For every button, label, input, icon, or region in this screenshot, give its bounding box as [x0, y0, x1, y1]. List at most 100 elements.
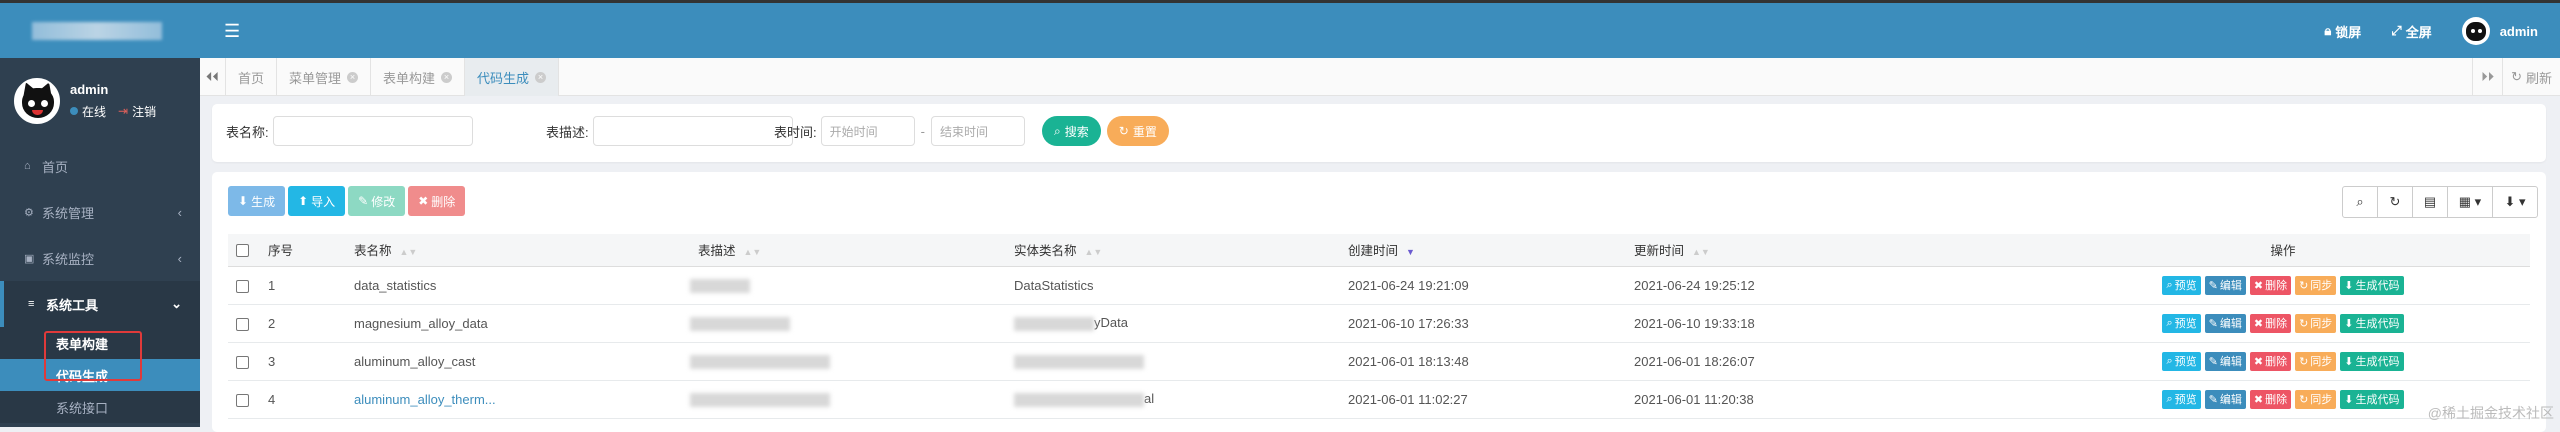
tab-menu-management[interactable]: 菜单管理 ×	[277, 58, 372, 96]
row-checkbox[interactable]	[236, 355, 249, 369]
edit-row-button[interactable]: ✎ 编辑	[2204, 275, 2246, 295]
refresh-button[interactable]: ↻ 刷新	[2502, 58, 2560, 96]
cell-created: 2021-06-01 18:13:48	[1340, 342, 1626, 381]
sort-icon: ▲▼	[399, 247, 418, 258]
search-icon: ⌕	[2166, 354, 2173, 367]
cell-updated: 2021-06-24 19:25:12	[1626, 266, 2036, 305]
remove-icon: ✖	[2253, 393, 2264, 406]
col-header-updated[interactable]: 更新时间 ▲▼	[1626, 234, 2036, 267]
search-button-label: 搜索	[1064, 124, 1089, 139]
reset-button[interactable]: ↻ 重置	[1106, 116, 1169, 146]
sort-icon: ▲▼	[1692, 247, 1710, 258]
sidebar-item-home[interactable]: ⌂ 首页	[0, 143, 200, 189]
search-icon: ⌕	[2166, 392, 2173, 405]
edit-icon: ✎	[358, 194, 369, 208]
edit-row-button[interactable]: ✎ 编辑	[2204, 313, 2246, 333]
close-icon[interactable]: ×	[535, 71, 547, 83]
sidebar-item-system-management[interactable]: ⚙ 系统管理 ‹	[0, 189, 200, 235]
delete-row-button[interactable]: ✖ 删除	[2249, 313, 2292, 333]
delete-row-button[interactable]: ✖ 删除	[2249, 389, 2292, 409]
cell-table-desc	[690, 380, 1006, 419]
edit-icon: ✎	[2208, 317, 2218, 330]
preview-button[interactable]: ⌕ 预览	[2162, 389, 2201, 409]
submenu-item-system-api[interactable]: 系统接口	[0, 391, 200, 423]
upload-icon: ⬆	[298, 194, 309, 208]
tabs-scroll-right-icon[interactable]: ⏵⏵	[2472, 58, 2502, 96]
sync-button[interactable]: ↻ 同步	[2295, 275, 2337, 295]
refresh-icon: ↻	[2511, 69, 2522, 84]
gen-code-button[interactable]: ⬇ 生成代码	[2340, 389, 2404, 409]
sync-button[interactable]: ↻ 同步	[2295, 313, 2337, 333]
generate-button[interactable]: ⬇ 生成	[228, 186, 286, 216]
tab-code-gen[interactable]: 代码生成 ×	[465, 58, 560, 96]
col-header-entity[interactable]: 实体类名称 ▲▼	[1006, 234, 1340, 267]
cell-table-desc	[690, 266, 1006, 305]
cell-entity: yData	[1006, 304, 1340, 343]
tab-home[interactable]: 首页	[226, 58, 278, 96]
tab-label: 表单构建	[383, 70, 436, 86]
refresh-icon: ↻	[2299, 317, 2309, 330]
logout-link[interactable]: 注销	[132, 103, 156, 120]
video-icon: ▣	[24, 252, 35, 265]
op-label: 生成代码	[2355, 394, 2400, 406]
row-checkbox[interactable]	[236, 317, 249, 331]
preview-button[interactable]: ⌕ 预览	[2162, 351, 2201, 371]
sync-button[interactable]: ↻ 同步	[2295, 389, 2337, 409]
user-menu[interactable]: admin	[2461, 17, 2538, 45]
close-icon[interactable]: ×	[347, 71, 359, 83]
edit-row-button[interactable]: ✎ 编辑	[2204, 351, 2246, 371]
edit-button[interactable]: ✎ 修改	[348, 186, 406, 216]
columns-icon[interactable]: ▦ ▾	[2447, 186, 2493, 218]
sidebar-item-system-tools[interactable]: ≡ 系统工具 ⌄	[0, 281, 200, 327]
table-name-link[interactable]: aluminum_alloy_therm...	[354, 392, 496, 407]
row-checkbox[interactable]	[236, 393, 249, 407]
gen-code-button[interactable]: ⬇ 生成代码	[2340, 275, 2404, 295]
refresh-icon[interactable]: ↻	[2377, 186, 2413, 218]
fullscreen-button[interactable]: ⤢ 全屏	[2391, 22, 2431, 41]
delete-button[interactable]: ✖ 删除	[408, 186, 466, 216]
preview-button[interactable]: ⌕ 预览	[2162, 313, 2201, 333]
table-name-input[interactable]	[272, 116, 473, 146]
close-icon[interactable]: ×	[441, 71, 453, 83]
chevron-left-icon: ‹	[177, 204, 182, 220]
search-icon: ⌕	[2166, 278, 2173, 291]
lock-screen-button[interactable]: 🔒︎ 锁屏	[2324, 22, 2361, 41]
col-header-table-desc[interactable]: 表描述 ▲▼	[690, 234, 1006, 267]
delete-row-button[interactable]: ✖ 删除	[2249, 275, 2292, 295]
start-time-input[interactable]: 开始时间	[820, 116, 915, 146]
search-toggle-icon[interactable]: ⌕	[2342, 186, 2378, 218]
logout-icon[interactable]: ⇥	[118, 104, 128, 118]
logo-image	[32, 21, 162, 40]
op-label: 预览	[2174, 280, 2197, 292]
col-header-created[interactable]: 创建时间 ▼	[1340, 234, 1626, 267]
import-button[interactable]: ⬆ 导入	[288, 186, 346, 216]
col-header-table-name[interactable]: 表名称 ▲▼	[346, 234, 690, 267]
table-desc-input[interactable]	[592, 116, 793, 146]
op-label: 生成代码	[2355, 356, 2400, 368]
sidebar-item-system-monitor[interactable]: ▣ 系统监控 ‹	[0, 235, 200, 281]
cell-table-desc	[690, 304, 1006, 343]
sync-button[interactable]: ↻ 同步	[2295, 351, 2337, 371]
tab-label: 首页	[238, 70, 265, 86]
tab-label: 菜单管理	[289, 70, 342, 86]
refresh-icon: ↻	[2299, 279, 2309, 292]
end-time-input[interactable]: 结束时间	[930, 116, 1025, 146]
search-button[interactable]: ⌕ 搜索	[1042, 116, 1101, 146]
edit-row-button[interactable]: ✎ 编辑	[2204, 389, 2246, 409]
search-icon: ⌕	[2166, 316, 2173, 329]
preview-button[interactable]: ⌕ 预览	[2162, 275, 2201, 295]
user-panel: admin 在线 ⇥ 注销	[0, 58, 200, 143]
toggle-view-icon[interactable]: ▤	[2412, 186, 2448, 218]
menu-toggle-icon[interactable]: ☰	[224, 21, 240, 42]
tabs-scroll-left-icon[interactable]: ⏴⏴	[200, 58, 226, 96]
delete-row-button[interactable]: ✖ 删除	[2249, 351, 2292, 371]
cell-entity	[1006, 342, 1340, 381]
logo[interactable]	[0, 0, 200, 58]
row-checkbox[interactable]	[236, 279, 249, 293]
gen-code-button[interactable]: ⬇ 生成代码	[2340, 351, 2404, 371]
chevron-left-icon: ‹	[177, 250, 182, 266]
tab-form-build[interactable]: 表单构建 ×	[371, 58, 466, 96]
select-all-checkbox[interactable]	[236, 243, 249, 257]
gen-code-button[interactable]: ⬇ 生成代码	[2340, 313, 2404, 333]
export-icon[interactable]: ⬇ ▾	[2492, 186, 2538, 218]
